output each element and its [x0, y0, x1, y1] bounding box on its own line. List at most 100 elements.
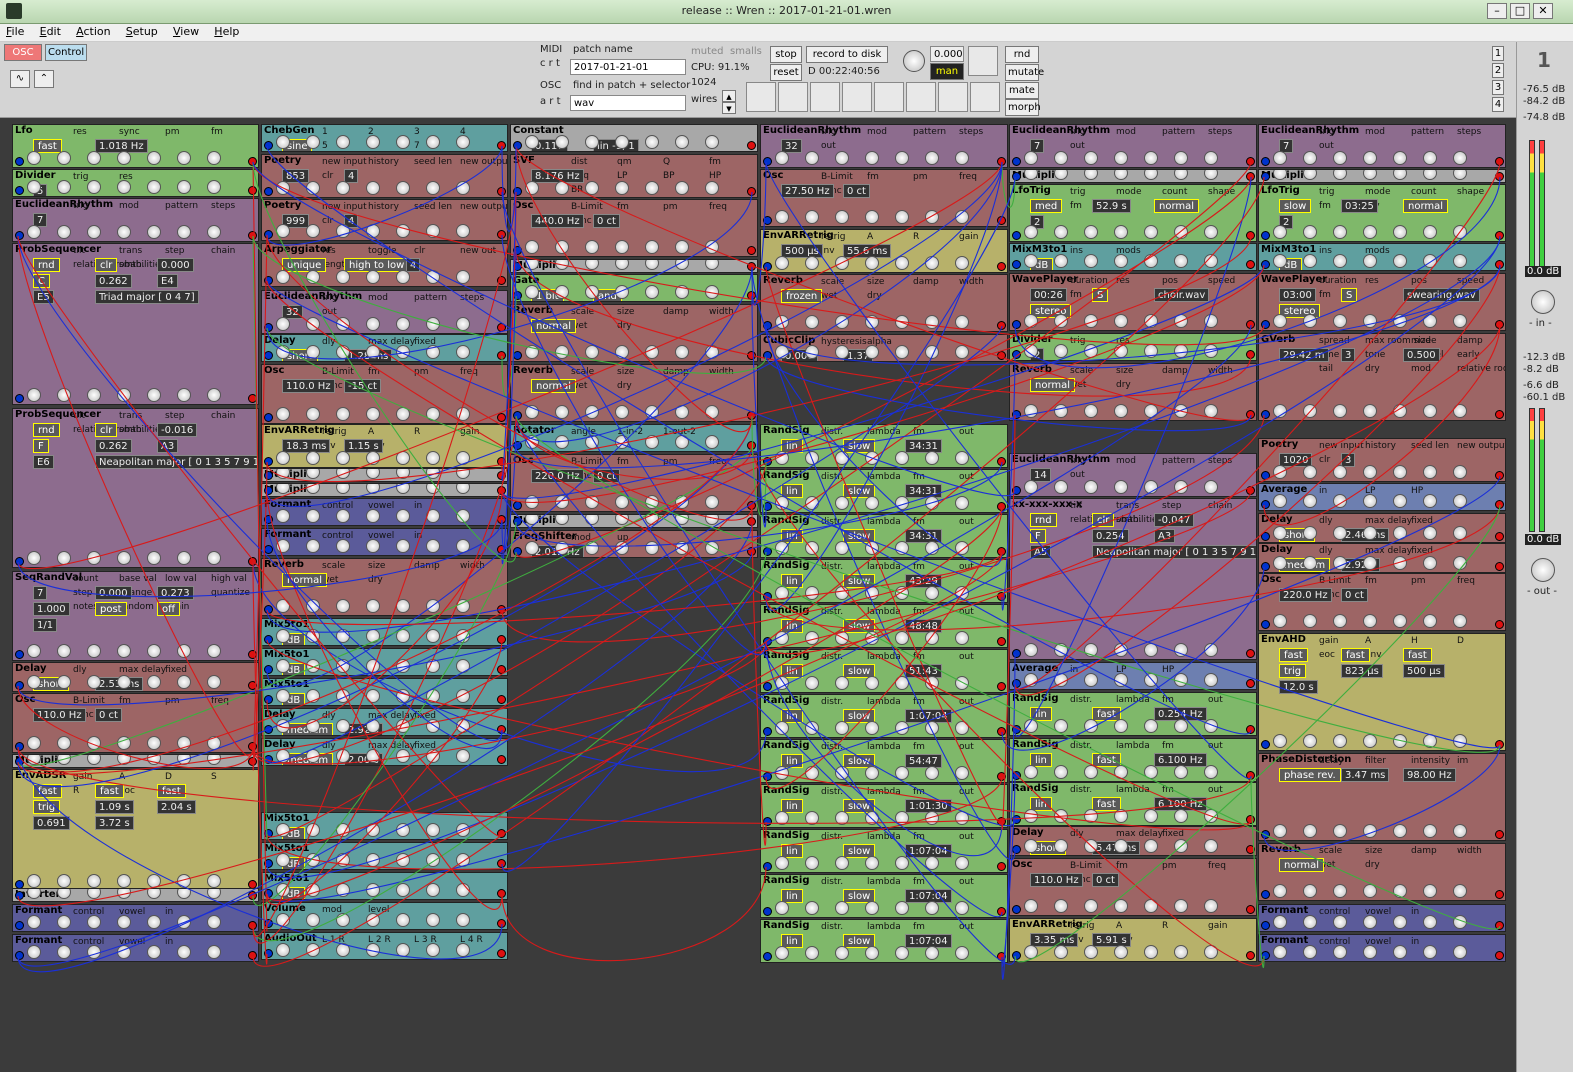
input-port-icon[interactable] [264, 605, 273, 614]
parameter-knob[interactable] [147, 915, 161, 929]
module-button[interactable]: S [1341, 288, 1358, 302]
parameter-knob[interactable] [1363, 945, 1377, 959]
parameter-knob[interactable] [87, 889, 101, 899]
parameter-knob[interactable] [276, 853, 290, 867]
parameter-knob[interactable] [865, 496, 879, 510]
parameter-knob[interactable] [456, 345, 470, 359]
output-port-icon[interactable] [1246, 679, 1255, 688]
parameter-knob[interactable] [1303, 526, 1317, 540]
input-port-icon[interactable] [1012, 815, 1021, 824]
parameter-knob[interactable] [865, 946, 879, 960]
parameter-knob[interactable] [366, 135, 380, 149]
parameter-knob[interactable] [955, 811, 969, 825]
parameter-knob[interactable] [1204, 945, 1218, 959]
parameter-knob[interactable] [1084, 254, 1098, 268]
parameter-knob[interactable] [925, 151, 939, 165]
input-port-icon[interactable] [763, 592, 772, 601]
input-port-icon[interactable] [1261, 471, 1270, 480]
parameter-knob[interactable] [925, 315, 939, 329]
parameter-knob[interactable] [87, 736, 101, 750]
parameter-knob[interactable] [177, 755, 191, 765]
input-port-icon[interactable] [264, 276, 273, 285]
parameter-knob[interactable] [775, 541, 789, 555]
module-reverb4[interactable]: Reverb scale size damp width wet dry frozen [760, 274, 1008, 332]
module-randsig10[interactable]: RandSig distr. lambda fm out lin slow 1:07:04 [760, 829, 1008, 873]
parameter-knob[interactable] [366, 689, 380, 703]
parameter-knob[interactable] [1363, 465, 1377, 479]
parameter-knob[interactable] [585, 495, 599, 509]
parameter-knob[interactable] [775, 345, 789, 359]
output-port-icon[interactable] [497, 605, 506, 614]
parameter-knob[interactable] [645, 181, 659, 195]
parameter-knob[interactable] [1084, 151, 1098, 165]
module-button[interactable]: clr [95, 258, 118, 272]
parameter-knob[interactable] [955, 676, 969, 690]
parameter-knob[interactable] [1453, 465, 1467, 479]
parameter-knob[interactable] [675, 495, 689, 509]
input-port-icon[interactable] [1261, 740, 1270, 749]
parameter-knob[interactable] [1393, 824, 1407, 838]
module-mix4[interactable]: Mix5to1 dB [261, 812, 508, 840]
parameter-knob[interactable] [615, 495, 629, 509]
input-port-icon[interactable] [1261, 410, 1270, 419]
output-port-icon[interactable] [497, 515, 506, 524]
parameter-knob[interactable] [1303, 614, 1317, 628]
parameter-knob[interactable] [1144, 839, 1158, 853]
parameter-knob[interactable] [1174, 225, 1188, 239]
parameter-knob[interactable] [955, 496, 969, 510]
parameter-knob[interactable] [705, 260, 719, 270]
parameter-knob[interactable] [615, 405, 629, 419]
input-port-icon[interactable] [15, 186, 24, 195]
parameter-knob[interactable] [835, 151, 849, 165]
parameter-knob[interactable] [396, 689, 410, 703]
module-button[interactable]: normal [531, 379, 577, 393]
output-port-icon[interactable] [997, 682, 1006, 691]
output-port-icon[interactable] [1495, 500, 1504, 509]
parameter-knob[interactable] [835, 676, 849, 690]
parameter-knob[interactable] [1054, 945, 1068, 959]
parameter-knob[interactable] [775, 676, 789, 690]
parameter-knob[interactable] [306, 135, 320, 149]
module-arpeggiator[interactable]: Arpeggiator res toggle clr new out length uniq… [261, 243, 508, 287]
parameter-knob[interactable] [1393, 465, 1407, 479]
input-port-icon[interactable] [513, 187, 522, 196]
output-port-icon[interactable] [997, 457, 1006, 466]
parameter-knob[interactable] [396, 451, 410, 465]
output-port-icon[interactable] [1246, 260, 1255, 269]
parameter-knob[interactable] [1423, 945, 1437, 959]
parameter-knob[interactable] [1114, 765, 1128, 779]
parameter-knob[interactable] [177, 551, 191, 565]
parameter-knob[interactable] [336, 913, 350, 927]
parameter-knob[interactable] [336, 135, 350, 149]
stop-button[interactable]: stop [770, 46, 802, 63]
module-osc5[interactable]: OscB-Limitfmpmfreqsync27.50 Hz0 ct [760, 169, 1008, 227]
input-port-icon[interactable] [763, 216, 772, 225]
parameter-knob[interactable] [276, 659, 290, 673]
output-port-icon[interactable] [497, 486, 506, 495]
parameter-knob[interactable] [456, 943, 470, 957]
module-delay1[interactable]: Delay dly max delay fixed short 2.53 ms [12, 662, 259, 692]
parameter-knob[interactable] [456, 629, 470, 643]
parameter-knob[interactable] [147, 945, 161, 959]
parameter-knob[interactable] [555, 285, 569, 299]
parameter-knob[interactable] [1144, 254, 1158, 268]
input-port-icon[interactable] [1261, 532, 1270, 541]
parameter-knob[interactable] [207, 675, 221, 689]
input-port-icon[interactable] [264, 755, 273, 764]
parameter-knob[interactable] [865, 541, 879, 555]
close-icon[interactable]: ✕ [1533, 3, 1553, 19]
parameter-knob[interactable] [1204, 643, 1218, 657]
parameter-knob[interactable] [925, 586, 939, 600]
parameter-knob[interactable] [1114, 839, 1128, 853]
parameter-knob[interactable] [57, 889, 71, 899]
parameter-knob[interactable] [1174, 170, 1188, 180]
parameter-knob[interactable] [1174, 151, 1188, 165]
parameter-knob[interactable] [1204, 344, 1218, 358]
parameter-knob[interactable] [366, 270, 380, 284]
module-randsig15[interactable]: RandSig distr. lambda fm out lin fast 6.100 Hz [1009, 782, 1257, 826]
output-port-icon[interactable] [1495, 890, 1504, 899]
parameter-knob[interactable] [27, 388, 41, 402]
parameter-knob[interactable] [207, 225, 221, 239]
parameter-knob[interactable] [585, 240, 599, 254]
parameter-knob[interactable] [1204, 673, 1218, 687]
